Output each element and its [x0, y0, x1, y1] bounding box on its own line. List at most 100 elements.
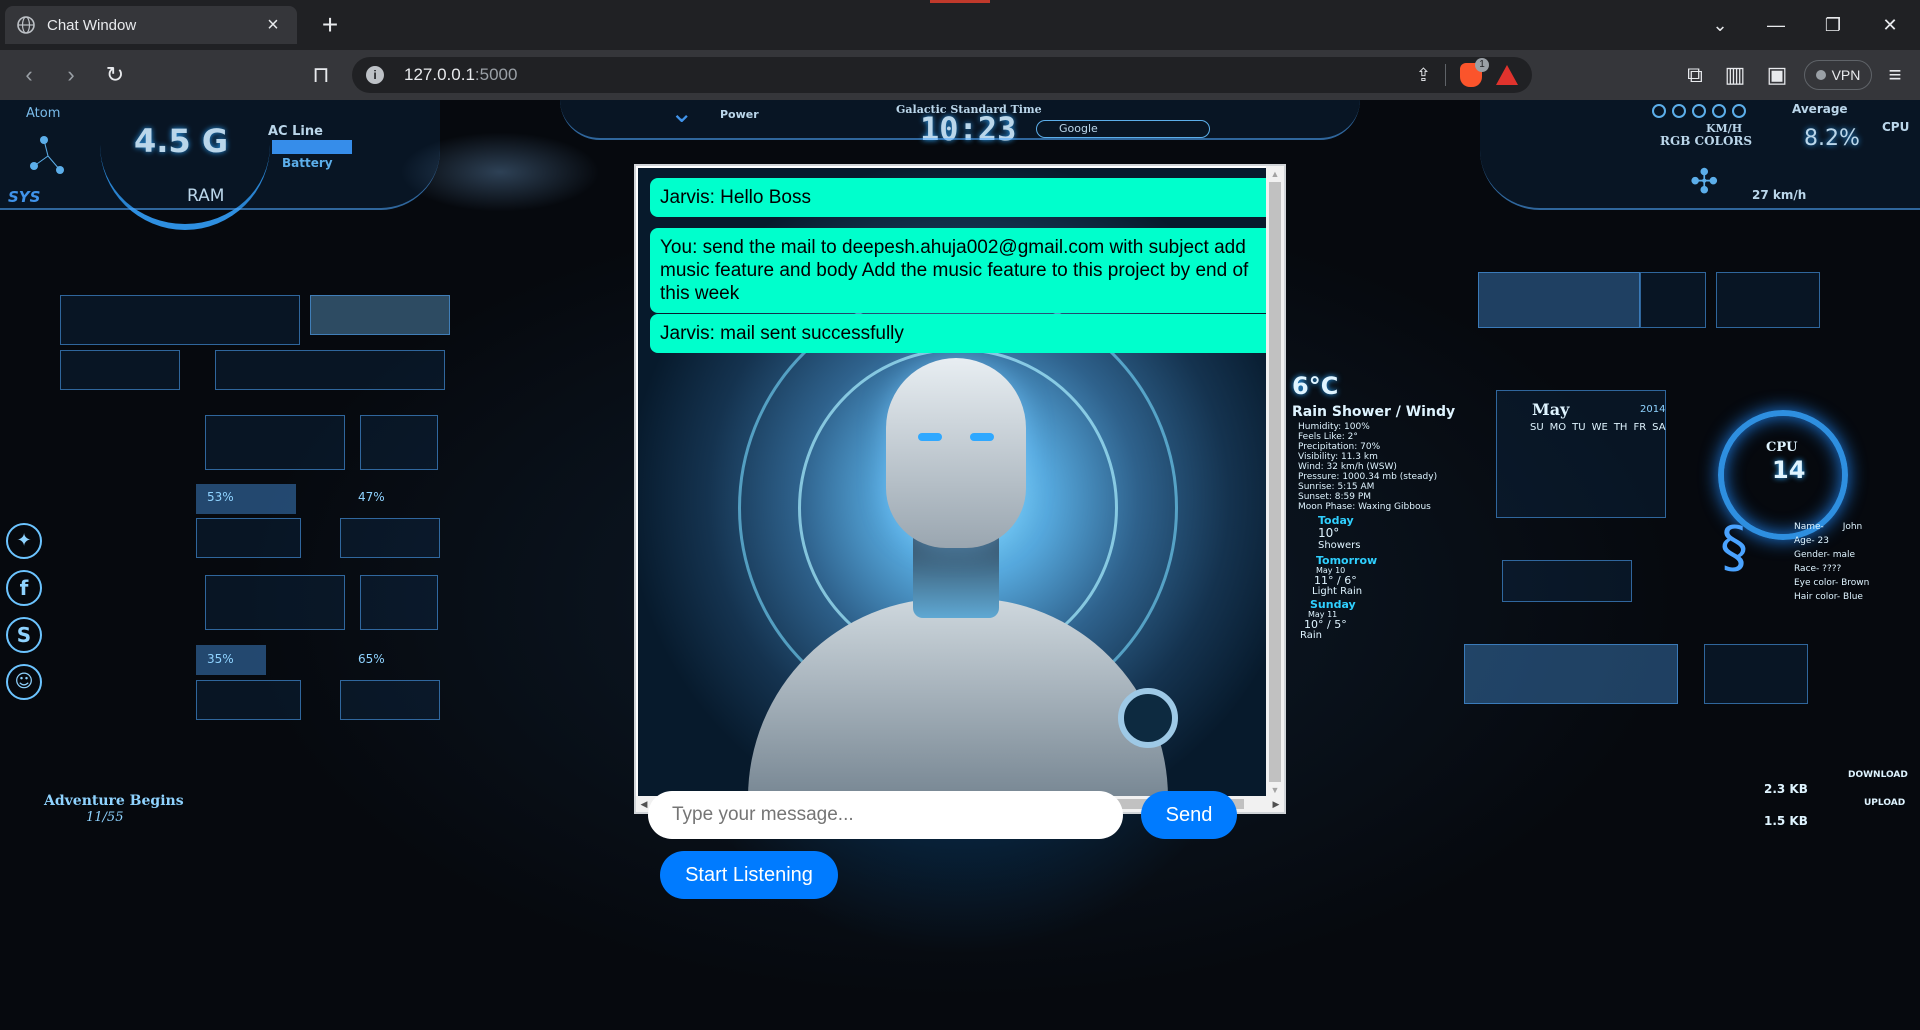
brave-rewards-icon[interactable] — [1496, 65, 1518, 85]
hud-adventure-title: Adventure Begins — [44, 793, 184, 809]
calendar-day: TU — [1572, 422, 1586, 433]
profile-item: Eye color- Brown — [1794, 578, 1870, 588]
forecast-today-temp: 10° — [1318, 526, 1340, 540]
chat-message: You: send the mail to deepesh.ahuja002@g… — [650, 228, 1266, 313]
send-button[interactable]: Send — [1141, 791, 1237, 839]
hud-disk-rw-2 — [340, 680, 440, 720]
hud-cpu-temps-panel — [60, 295, 300, 345]
hud-ram-info — [1640, 272, 1706, 328]
weather-detail: Sunset: 8:59 PM — [1298, 492, 1372, 502]
hud-top-right-frame — [1480, 100, 1920, 210]
robot-head — [886, 358, 1026, 548]
calendar-day: SU — [1530, 422, 1544, 433]
scroll-up-arrow[interactable]: ▲ — [1266, 166, 1284, 182]
browser-tab[interactable]: Chat Window × — [5, 6, 297, 44]
hud-ram-panel — [1478, 272, 1640, 328]
weather-detail: Feels Like: 2° — [1298, 432, 1358, 442]
profile-item: Name- — [1794, 522, 1824, 532]
hud-disk-activity-1 — [196, 518, 301, 558]
hud-drive1-panel — [205, 415, 345, 470]
bookmark-icon[interactable]: ⊓ — [306, 63, 336, 89]
menu-icon[interactable]: ≡ — [1880, 63, 1910, 89]
cpu-gauge-value: 14 — [1772, 456, 1806, 484]
address-bar[interactable]: i 127.0.0.1:5000 ⇪ 1 — [352, 57, 1532, 93]
weather-details: Humidity: 100% Feels Like: 2° Precipitat… — [1298, 422, 1437, 512]
reload-button[interactable]: ↻ — [100, 63, 130, 89]
globe-icon — [17, 16, 35, 34]
profile-item: John — [1842, 522, 1863, 532]
weather-detail: Wind: 32 km/h (WSW) — [1298, 462, 1397, 472]
page-background: Atom 4.5 G RAM SYS AC Line Battery 53% 4… — [0, 100, 1920, 1030]
robot-right-eye — [970, 433, 994, 441]
chat-messages-area[interactable]: Jarvis: Hello Boss You: send the mail to… — [638, 168, 1266, 798]
scroll-thumb-vertical[interactable] — [1269, 182, 1281, 782]
profile-list: Name- John Age- 23 Gender- male Race- ??… — [1794, 520, 1904, 604]
minimize-button[interactable]: — — [1756, 10, 1796, 40]
hud-percent-d: 65% — [358, 652, 385, 666]
twitter-icon[interactable]: ✦ — [6, 523, 42, 559]
profile-item: Age- 23 — [1794, 536, 1829, 546]
weather-detail: Precipitation: 70% — [1298, 442, 1381, 452]
tab-accent-line — [930, 0, 990, 3]
back-button[interactable]: ‹ — [14, 63, 44, 89]
hud-cpu-temp-panel — [1502, 560, 1632, 602]
chat-window: Jarvis: Hello Boss You: send the mail to… — [634, 164, 1286, 814]
contacts-icon[interactable]: ☺ — [6, 664, 42, 700]
profile-item: Name- John — [1794, 520, 1904, 534]
forward-button[interactable]: › — [56, 63, 86, 89]
hud-disk-activity-2 — [196, 680, 301, 720]
new-tab-button[interactable]: + — [314, 10, 346, 42]
sidebar-icon[interactable]: ▥ — [1720, 63, 1750, 89]
calendar-month: May — [1532, 400, 1570, 419]
hud-kb-b: 1.5 KB — [1764, 814, 1808, 828]
hud-kb-a: 2.3 KB — [1764, 782, 1808, 796]
weather-condition: Rain Shower / Windy — [1292, 404, 1456, 420]
start-listening-button[interactable]: Start Listening — [660, 851, 838, 899]
weather-detail: Visibility: 11.3 km — [1298, 452, 1378, 462]
profile-item: Race- ???? — [1794, 564, 1842, 574]
hud-glow-disc — [400, 132, 600, 212]
weather-detail: Moon Phase: Waxing Gibbous — [1298, 502, 1431, 512]
weather-detail: Humidity: 100% — [1298, 422, 1370, 432]
weather-temp: 6°C — [1292, 372, 1339, 400]
restore-button[interactable]: ❐ — [1813, 10, 1853, 40]
tab-search-icon[interactable]: ⌄ — [1700, 10, 1740, 40]
calendar-day: SA — [1652, 422, 1666, 433]
weather-detail: Sunrise: 5:15 AM — [1298, 482, 1375, 492]
calendar-year: 2014 — [1640, 404, 1666, 415]
close-window-button[interactable]: ✕ — [1870, 10, 1910, 40]
url-port: :5000 — [474, 65, 518, 84]
shield-badge: 1 — [1475, 58, 1489, 72]
forecast-tomorrow-desc: Light Rain — [1312, 586, 1363, 597]
robot-shoulder-ring — [1118, 688, 1178, 748]
calendar-day: TH — [1613, 422, 1628, 433]
site-info-icon[interactable]: i — [366, 66, 384, 84]
omnibox-divider — [1445, 64, 1446, 86]
brave-shield-icon[interactable]: 1 — [1460, 58, 1489, 87]
facebook-icon[interactable]: f — [6, 570, 42, 606]
vpn-button[interactable]: VPN — [1804, 60, 1872, 90]
chat-vertical-scrollbar[interactable]: ▲ ▼ — [1266, 166, 1284, 798]
robot-left-eye — [918, 433, 942, 441]
tab-close-icon[interactable]: × — [261, 14, 285, 37]
hud-percent-c: 35% — [207, 652, 234, 666]
hud-percent-b: 47% — [358, 490, 385, 504]
hud-percent-a: 53% — [207, 490, 234, 504]
hud-cpu-info-panel — [60, 350, 180, 390]
dna-icon: § — [1720, 515, 1748, 580]
hud-top-center-frame — [560, 100, 1360, 140]
extensions-icon[interactable]: ⧉ — [1680, 63, 1710, 89]
hud-drive2-stats — [360, 575, 438, 630]
browser-toolbar: ‹ › ↻ ⊓ i 127.0.0.1:5000 ⇪ 1 ⧉ ▥ ▣ VPN ≡ — [0, 50, 1920, 100]
hud-upload-label: UPLOAD — [1864, 798, 1906, 808]
skype-icon[interactable]: S — [6, 617, 42, 653]
hud-swap-panel — [1464, 644, 1678, 704]
message-input[interactable] — [648, 791, 1123, 839]
scroll-right-arrow[interactable]: ▶ — [1268, 796, 1284, 812]
chat-message: Jarvis: mail sent successfully — [650, 314, 1266, 353]
wallet-icon[interactable]: ▣ — [1762, 63, 1792, 89]
hud-top-left-frame — [0, 100, 440, 210]
share-icon[interactable]: ⇪ — [1416, 65, 1431, 86]
forecast-today-desc: Showers — [1318, 540, 1361, 551]
vpn-label: VPN — [1831, 67, 1861, 83]
